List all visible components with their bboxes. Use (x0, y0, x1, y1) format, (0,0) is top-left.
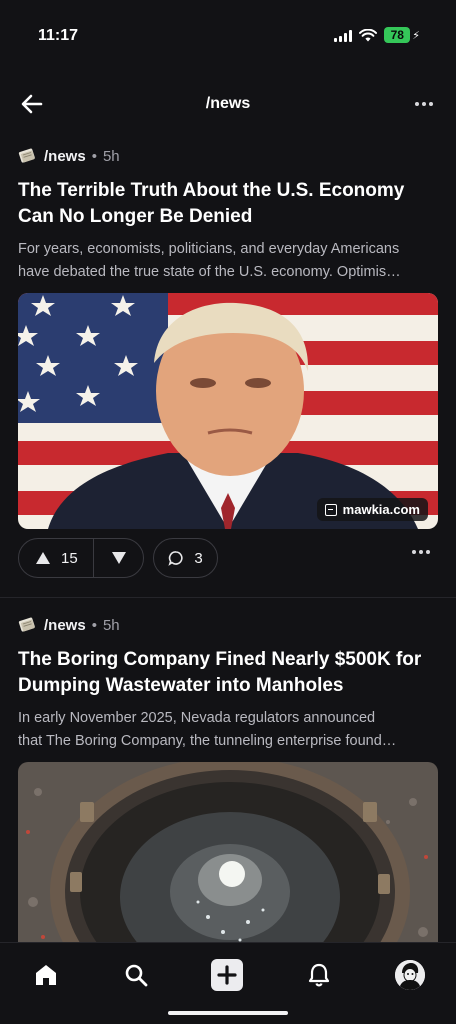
nav-search-button[interactable] (120, 959, 152, 991)
post-meta: /news • 5h (18, 616, 120, 634)
meta-separator: • (91, 147, 97, 165)
flag-portrait-image (18, 293, 438, 529)
post-card[interactable]: /news • 5h The Terrible Truth About the … (0, 140, 456, 590)
nav-notifications-button[interactable] (303, 959, 335, 991)
subreddit-link[interactable]: /news (44, 617, 86, 634)
post-more-button[interactable] (412, 550, 430, 554)
post-image[interactable]: mawkia.com (18, 293, 438, 529)
nav-create-button[interactable] (211, 959, 243, 991)
arrow-down-icon (111, 552, 126, 564)
post-snippet[interactable]: In early November 2025, Nevada regulator… (18, 707, 438, 753)
post-snippet[interactable]: For years, economists, politicians, and … (18, 238, 438, 284)
post-image[interactable] (18, 762, 438, 942)
snippet-line: In early November 2025, Nevada regulator… (18, 710, 376, 726)
link-icon (324, 503, 337, 516)
comment-count: 3 (194, 549, 203, 567)
status-bar: 11:17 78 ⚡ (0, 0, 456, 70)
home-indicator[interactable] (168, 1011, 288, 1015)
header: /news (0, 84, 456, 124)
post-title[interactable]: The Terrible Truth About the U.S. Econom… (18, 178, 438, 230)
header-more-button[interactable] (410, 90, 438, 118)
arrow-up-icon (36, 552, 50, 564)
comments-button[interactable]: 3 (153, 538, 218, 578)
more-horizontal-icon (415, 102, 433, 106)
vote-group: 15 (18, 538, 144, 578)
scroll-icon (18, 617, 35, 632)
scroll-icon (18, 148, 35, 163)
battery-indicator: 78 ⚡ (384, 27, 420, 43)
battery-level: 78 (384, 27, 411, 43)
home-icon (36, 965, 56, 985)
search-icon (125, 964, 148, 987)
snippet-line: that The Boring Company, the tunneling e… (18, 733, 397, 749)
charging-bolt-icon: ⚡ (412, 29, 420, 42)
status-time: 11:17 (38, 27, 79, 44)
downvote-button[interactable] (94, 539, 143, 577)
bell-icon (308, 963, 330, 987)
tunnel-manhole-image (18, 762, 438, 942)
post-card[interactable]: /news • 5h The Boring Company Fined Near… (0, 609, 456, 942)
subreddit-link[interactable]: /news (44, 148, 86, 165)
plus-square-icon (211, 959, 243, 991)
status-icons: 78 ⚡ (334, 27, 420, 43)
bottom-navigation (0, 942, 456, 1024)
page-title: /news (205, 95, 251, 112)
post-divider (0, 597, 456, 598)
snippet-line: For years, economists, politicians, and … (18, 241, 400, 257)
post-title[interactable]: The Boring Company Fined Nearly $500K fo… (18, 647, 438, 699)
domain-label: mawkia.com (342, 502, 420, 517)
upvote-button[interactable]: 15 (19, 539, 94, 577)
nav-home-button[interactable] (30, 959, 62, 991)
post-meta: /news • 5h (18, 147, 120, 165)
cellular-signal-icon (334, 29, 353, 42)
vote-count: 15 (61, 549, 78, 567)
comment-bubble-icon (168, 551, 183, 566)
meta-separator: • (91, 616, 97, 634)
more-horizontal-icon (412, 550, 430, 554)
wifi-icon (359, 28, 378, 41)
post-age: 5h (102, 147, 120, 165)
snippet-line: have debated the true state of the U.S. … (18, 264, 401, 280)
nav-profile-button[interactable] (394, 959, 426, 991)
post-actions: 15 3 (18, 538, 438, 578)
avatar (395, 960, 425, 990)
post-age: 5h (102, 616, 120, 634)
domain-badge[interactable]: mawkia.com (316, 498, 428, 521)
